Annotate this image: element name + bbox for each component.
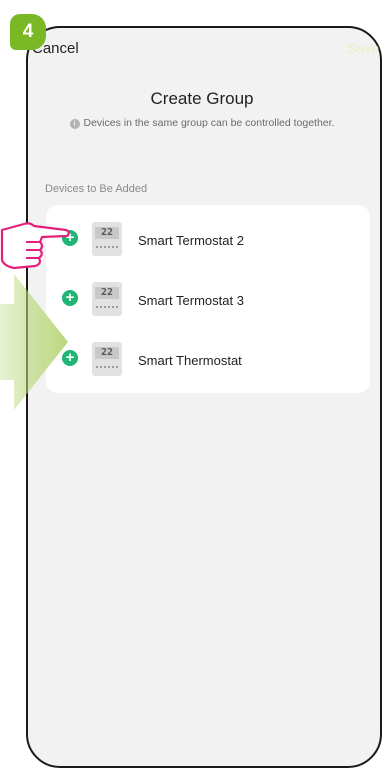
thermostat-thumbnail-icon: 22 [92, 282, 122, 316]
step-number: 4 [22, 21, 34, 42]
thermostat-thumbnail-icon: 22 [92, 222, 122, 256]
device-row[interactable]: + 22 Smart Thermostat [46, 338, 370, 382]
device-list: + 22 Smart Termostat 2 + 22 Smart Termos… [46, 205, 370, 393]
device-row[interactable]: + 22 Smart Termostat 3 [46, 278, 370, 322]
device-name: Smart Thermostat [138, 353, 242, 368]
device-name: Smart Termostat 2 [138, 233, 244, 248]
info-text: Devices in the same group can be control… [83, 117, 335, 129]
thermostat-thumbnail-icon: 22 [92, 342, 122, 376]
info-icon: i [69, 119, 80, 129]
device-row[interactable]: + 22 Smart Termostat 2 [46, 218, 370, 262]
page-title: Create Group [150, 89, 254, 108]
device-name: Smart Termostat 3 [138, 293, 244, 308]
save-button[interactable]: Save [347, 40, 379, 56]
step-badge: 4 [10, 14, 46, 50]
arrow-icon [0, 274, 68, 410]
phone-frame [26, 26, 382, 768]
info-note: i Devices in the same group can be contro… [26, 117, 378, 129]
section-label: Devices to Be Added [45, 183, 148, 195]
pointing-hand-icon [0, 222, 70, 270]
